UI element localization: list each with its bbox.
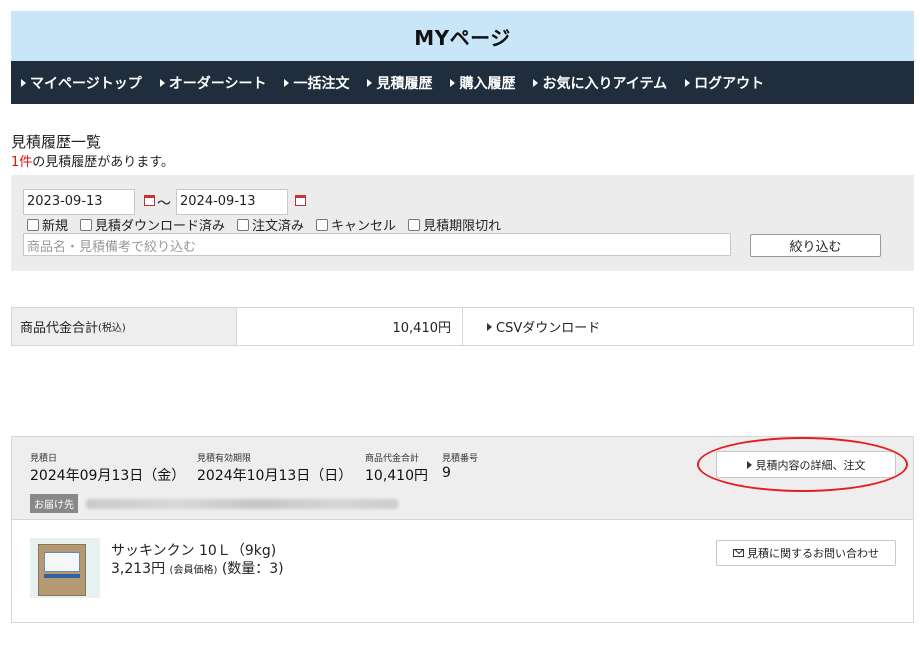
nav-item-order-sheet[interactable]: オーダーシート: [159, 73, 267, 93]
nav-item-quote-history[interactable]: 見積履歴: [367, 73, 432, 93]
quote-date-value: 2024年09月13日（金）: [30, 468, 186, 484]
product-box-label: [44, 552, 80, 572]
product-name[interactable]: サッキンクン 10Ｌ（9kg): [111, 540, 276, 560]
product-price: 3,213円 (会員価格) (数量：3): [111, 558, 284, 578]
result-count: 1件の見積履歴があります。: [11, 151, 174, 170]
status-ordered-checkbox[interactable]: 注文済み: [237, 215, 304, 234]
status-expired-checkbox[interactable]: 見積期限切れ: [408, 215, 501, 234]
product-image[interactable]: [30, 538, 100, 598]
page-title: MYページ: [414, 25, 511, 50]
checkbox-icon[interactable]: [27, 218, 39, 231]
summary-total-value: 10,410円: [237, 308, 463, 345]
date-to-input[interactable]: 2024-09-13: [176, 189, 288, 215]
quote-expiry-label: 見積有効期限: [197, 454, 252, 464]
quote-inquiry-label: 見積に関するお問い合わせ: [747, 547, 879, 560]
mail-icon: [733, 549, 744, 557]
triangle-right-icon: [450, 78, 456, 87]
nav-item-label: お気に入りアイテム: [542, 75, 668, 92]
csv-download-link[interactable]: CSVダウンロード: [463, 308, 913, 345]
nav-item-label: 見積履歴: [376, 75, 433, 92]
nav-item-label: ログアウト: [694, 75, 765, 92]
highlight-annotation: [697, 437, 908, 492]
nav-item-favorites[interactable]: お気に入りアイテム: [533, 73, 667, 93]
checkbox-label: 新規: [42, 219, 69, 234]
destination-row: お届け先: [30, 494, 398, 513]
destination-label: お届け先: [30, 494, 78, 513]
quote-total: 商品代金合計 10,410円: [365, 451, 428, 485]
triangle-right-icon: [284, 78, 290, 87]
quote-expiry-value: 2024年10月13日（日）: [197, 468, 353, 484]
nav-item-bulk-order[interactable]: 一括注文: [284, 73, 349, 93]
quote-total-label: 商品代金合計: [365, 454, 420, 464]
quote-inquiry-button[interactable]: 見積に関するお問い合わせ: [716, 540, 896, 566]
calendar-icon[interactable]: [144, 195, 155, 206]
blurred-destination: [86, 498, 398, 509]
nav-item-label: マイページトップ: [30, 75, 142, 92]
page-header: MYページ: [11, 11, 914, 61]
checkbox-label: 見積ダウンロード済み: [95, 219, 226, 234]
tax-note: (税込): [98, 323, 126, 334]
checkbox-icon[interactable]: [408, 218, 421, 231]
result-count-number: 1件: [11, 155, 33, 170]
triangle-right-icon: [367, 78, 373, 87]
quote-number-value: 9: [442, 465, 451, 481]
triangle-right-icon: [487, 322, 492, 331]
nav-item-mypage-top[interactable]: マイページトップ: [21, 73, 142, 93]
filter-button[interactable]: 絞り込む: [750, 234, 881, 257]
nav-item-logout[interactable]: ログアウト: [685, 73, 764, 93]
quote-expiry: 見積有効期限 2024年10月13日（日）: [197, 451, 352, 485]
quote-number: 見積番号 9: [442, 451, 478, 481]
nav-item-label: 一括注文: [293, 75, 350, 92]
main-nav: マイページトップ オーダーシート 一括注文 見積履歴 購入履歴 お気に入りアイテ…: [11, 61, 914, 104]
status-new-checkbox[interactable]: 新規: [27, 215, 68, 234]
summary-label: 商品代金合計 (税込): [12, 308, 237, 345]
quote-number-label: 見積番号: [442, 454, 479, 464]
nav-item-purchase-history[interactable]: 購入履歴: [450, 73, 515, 93]
quote-date-label: 見積日: [30, 454, 58, 464]
checkbox-label: キャンセル: [331, 219, 397, 234]
result-count-text: の見積履歴があります。: [32, 155, 174, 170]
nav-item-label: 購入履歴: [459, 75, 516, 92]
date-from-input[interactable]: 2023-09-13: [23, 189, 135, 215]
checkbox-icon[interactable]: [237, 218, 250, 231]
triangle-right-icon: [533, 78, 539, 87]
status-downloaded-checkbox[interactable]: 見積ダウンロード済み: [80, 215, 225, 234]
csv-download-label: CSVダウンロード: [496, 321, 601, 336]
summary-label-text: 商品代金合計: [20, 321, 99, 336]
section-heading: 見積履歴一覧: [11, 133, 102, 151]
filter-panel: 2023-09-13 〜 2024-09-13 新規 見積ダウンロード済み 注文…: [11, 175, 914, 271]
triangle-right-icon: [21, 78, 26, 87]
triangle-right-icon: [685, 78, 691, 87]
nav-item-label: オーダーシート: [168, 75, 267, 92]
quote-date: 見積日 2024年09月13日（金）: [30, 451, 185, 485]
quote-total-value: 10,410円: [365, 468, 428, 484]
status-filters: 新規 見積ダウンロード済み 注文済み キャンセル 見積期限切れ: [27, 215, 513, 234]
checkbox-icon[interactable]: [316, 218, 329, 231]
calendar-icon[interactable]: [295, 195, 306, 206]
product-quantity: (数量：3): [221, 561, 284, 577]
checkbox-icon[interactable]: [80, 218, 93, 231]
triangle-right-icon: [159, 78, 165, 87]
member-price-note: (会員価格): [169, 565, 218, 576]
product-price-value: 3,213円: [111, 561, 166, 577]
product-box-band: [44, 574, 80, 578]
checkbox-label: 注文済み: [252, 219, 305, 234]
total-summary: 商品代金合計 (税込) 10,410円 CSVダウンロード: [11, 307, 914, 346]
search-input[interactable]: 商品名・見積備考で絞り込む: [23, 233, 731, 256]
date-range-separator: 〜: [157, 196, 171, 212]
status-cancel-checkbox[interactable]: キャンセル: [316, 215, 396, 234]
checkbox-label: 見積期限切れ: [423, 219, 502, 234]
